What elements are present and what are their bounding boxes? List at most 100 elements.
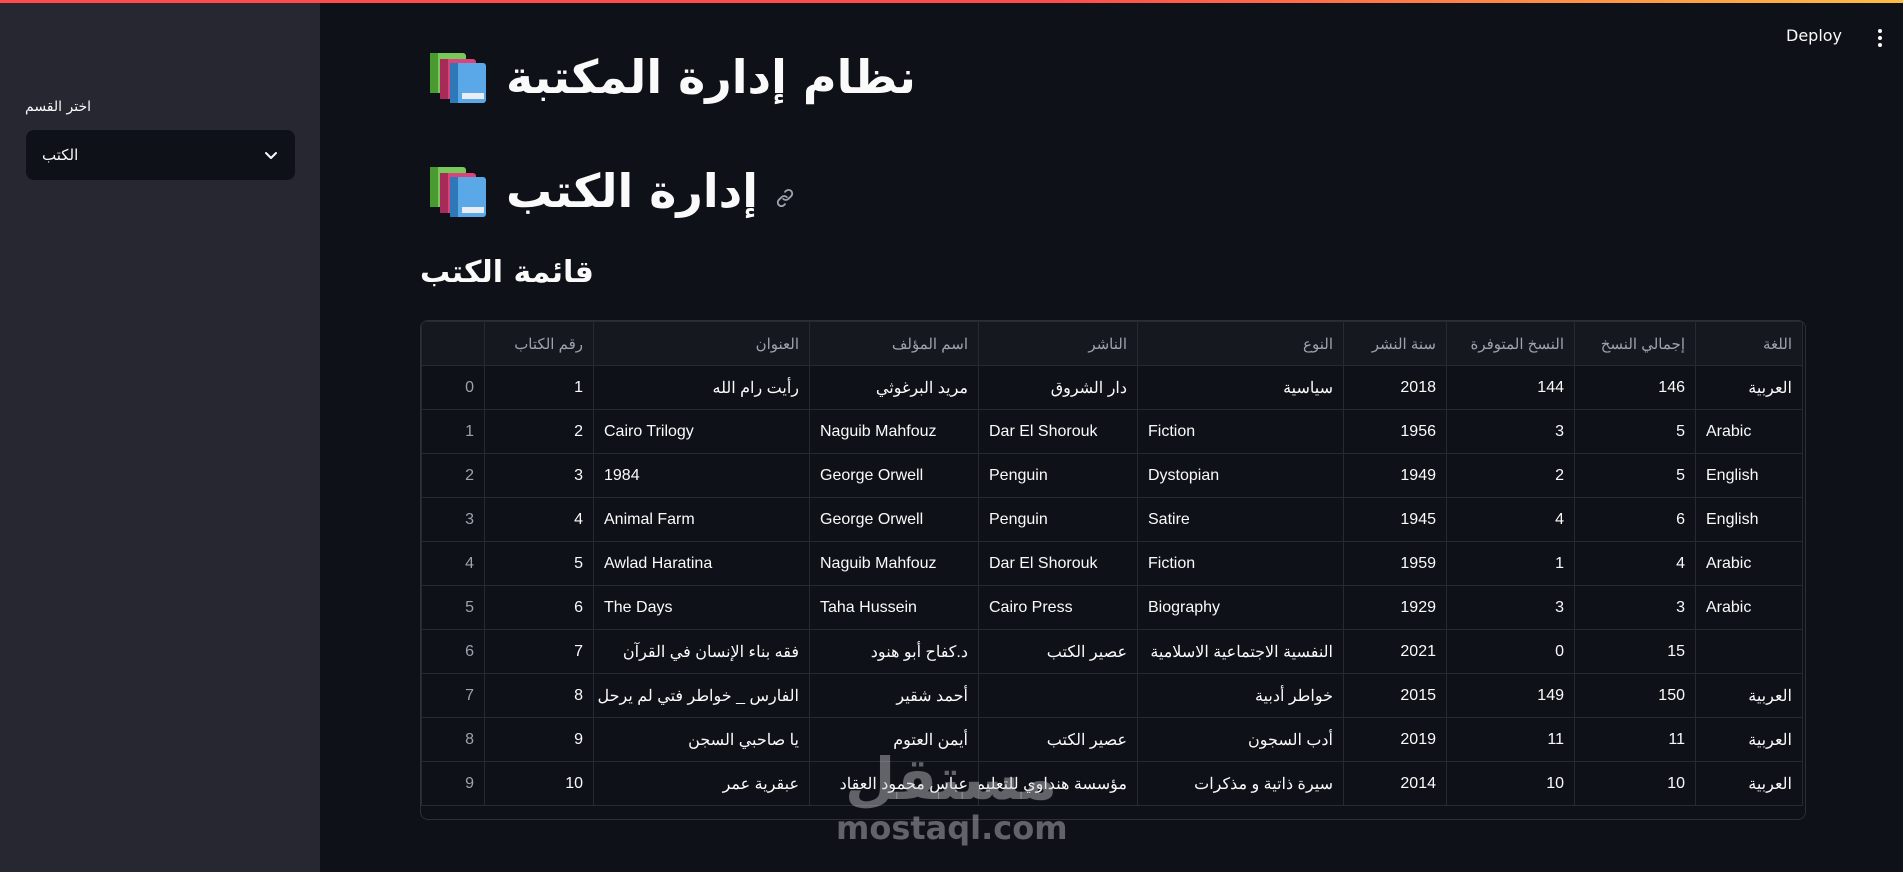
cell-index[interactable]: 5 [421,585,485,630]
cell-year[interactable]: 1959 [1343,541,1447,586]
cell-publisher[interactable]: Cairo Press [978,585,1138,630]
cell-total-copies[interactable]: 15 [1574,629,1696,674]
cell-genre[interactable]: سيرة ذاتية و مذكرات [1137,761,1344,806]
cell-genre[interactable]: Fiction [1137,541,1344,586]
column-header-title[interactable]: العنوان [593,321,810,366]
cell-author[interactable]: George Orwell [809,497,979,542]
column-header-total-copies[interactable]: إجمالي النسخ [1574,321,1696,366]
cell-genre[interactable]: النفسية الاجتماعية الاسلامية [1137,629,1344,674]
cell-publisher[interactable]: Dar El Shorouk [978,409,1138,454]
section-select[interactable]: الكتب [26,130,295,180]
cell-language[interactable]: Arabic [1695,409,1803,454]
table-row[interactable]: 4 5 Awlad Haratina Naguib Mahfouz Dar El Sho… [421,541,1803,586]
cell-total-copies[interactable]: 5 [1574,409,1696,454]
cell-publisher[interactable]: عصير الكتب [978,717,1138,762]
cell-book-id[interactable]: 2 [484,409,594,454]
cell-language[interactable] [1695,629,1803,674]
cell-available-copies[interactable]: 10 [1446,761,1575,806]
table-row[interactable]: 2 3 1984 George Orwell Penguin Dystopian 1949 2… [421,453,1803,498]
cell-book-id[interactable]: 4 [484,497,594,542]
cell-genre[interactable]: أدب السجون [1137,717,1344,762]
cell-year[interactable]: 2019 [1343,717,1447,762]
cell-publisher[interactable]: دار الشروق [978,365,1138,410]
cell-index[interactable]: 7 [421,673,485,718]
cell-author[interactable]: أيمن العتوم [809,717,979,762]
cell-author[interactable]: عباس محمود العقاد [809,761,979,806]
table-row[interactable]: 0 1 رأيت رام الله مريد البرغوثي دار الشروق سي… [421,365,1803,410]
column-header-year[interactable]: سنة النشر [1343,321,1447,366]
cell-author[interactable]: Naguib Mahfouz [809,409,979,454]
cell-title[interactable]: يا صاحبي السجن [593,717,810,762]
column-header-genre[interactable]: النوع [1137,321,1344,366]
cell-title[interactable]: رأيت رام الله [593,365,810,410]
column-header-language[interactable]: اللغة [1695,321,1803,366]
cell-total-copies[interactable]: 146 [1574,365,1696,410]
cell-available-copies[interactable]: 144 [1446,365,1575,410]
cell-author[interactable]: أحمد شقير [809,673,979,718]
cell-language[interactable]: العربية [1695,673,1803,718]
cell-total-copies[interactable]: 150 [1574,673,1696,718]
cell-index[interactable]: 2 [421,453,485,498]
table-row[interactable]: 5 6 The Days Taha Hussein Cairo Press Biograp… [421,585,1803,630]
cell-title[interactable]: فقه بناء الإنسان في القرآن [593,629,810,674]
cell-publisher[interactable] [978,673,1138,718]
cell-language[interactable]: Arabic [1695,585,1803,630]
cell-year[interactable]: 1949 [1343,453,1447,498]
cell-year[interactable]: 2014 [1343,761,1447,806]
main-menu-icon[interactable] [1874,26,1886,50]
cell-year[interactable]: 1929 [1343,585,1447,630]
column-header-available-copies[interactable]: النسخ المتوفرة [1446,321,1575,366]
deploy-button[interactable]: Deploy [1786,26,1842,45]
cell-available-copies[interactable]: 3 [1446,585,1575,630]
cell-author[interactable]: George Orwell [809,453,979,498]
cell-title[interactable]: The Days [593,585,810,630]
column-header-book-id[interactable]: رقم الكتاب [484,321,594,366]
cell-total-copies[interactable]: 6 [1574,497,1696,542]
cell-title[interactable]: Cairo Trilogy [593,409,810,454]
cell-book-id[interactable]: 1 [484,365,594,410]
cell-genre[interactable]: Biography [1137,585,1344,630]
cell-available-copies[interactable]: 4 [1446,497,1575,542]
cell-total-copies[interactable]: 10 [1574,761,1696,806]
table-row[interactable]: 9 10 عبقرية عمر عباس محمود العقاد مؤسسة هندا… [421,761,1803,806]
cell-total-copies[interactable]: 5 [1574,453,1696,498]
table-row[interactable]: 1 2 Cairo Trilogy Naguib Mahfouz Dar El Shor… [421,409,1803,454]
cell-year[interactable]: 2018 [1343,365,1447,410]
cell-genre[interactable]: Fiction [1137,409,1344,454]
cell-book-id[interactable]: 8 [484,673,594,718]
cell-genre[interactable]: Dystopian [1137,453,1344,498]
cell-book-id[interactable]: 10 [484,761,594,806]
cell-index[interactable]: 6 [421,629,485,674]
cell-index[interactable]: 0 [421,365,485,410]
cell-publisher[interactable]: Penguin [978,497,1138,542]
cell-index[interactable]: 1 [421,409,485,454]
cell-publisher[interactable]: Penguin [978,453,1138,498]
books-table[interactable]: رقم الكتاب العنوان اسم المؤلف الناشر الن… [420,320,1806,820]
cell-index[interactable]: 3 [421,497,485,542]
cell-book-id[interactable]: 5 [484,541,594,586]
table-row[interactable]: 7 8 الفارس _ خواطر فتي لم يرحل أحمد شقير خوا… [421,673,1803,718]
cell-total-copies[interactable]: 11 [1574,717,1696,762]
cell-total-copies[interactable]: 4 [1574,541,1696,586]
cell-book-id[interactable]: 6 [484,585,594,630]
cell-language[interactable]: العربية [1695,717,1803,762]
cell-year[interactable]: 1956 [1343,409,1447,454]
column-header-index[interactable] [421,321,485,366]
cell-title[interactable]: Awlad Haratina [593,541,810,586]
cell-language[interactable]: English [1695,453,1803,498]
cell-available-copies[interactable]: 0 [1446,629,1575,674]
cell-language[interactable]: Arabic [1695,541,1803,586]
cell-year[interactable]: 2015 [1343,673,1447,718]
cell-year[interactable]: 1945 [1343,497,1447,542]
cell-author[interactable]: مريد البرغوثي [809,365,979,410]
cell-publisher[interactable]: مؤسسة هنداوي للتعليم والثقافة [978,761,1138,806]
cell-index[interactable]: 8 [421,717,485,762]
cell-index[interactable]: 9 [421,761,485,806]
cell-total-copies[interactable]: 3 [1574,585,1696,630]
anchor-link-icon[interactable] [774,187,796,209]
cell-available-copies[interactable]: 149 [1446,673,1575,718]
table-row[interactable]: 8 9 يا صاحبي السجن أيمن العتوم عصير الكتب أدب… [421,717,1803,762]
cell-publisher[interactable]: عصير الكتب [978,629,1138,674]
cell-available-copies[interactable]: 1 [1446,541,1575,586]
cell-author[interactable]: د.كفاح أبو هنود [809,629,979,674]
